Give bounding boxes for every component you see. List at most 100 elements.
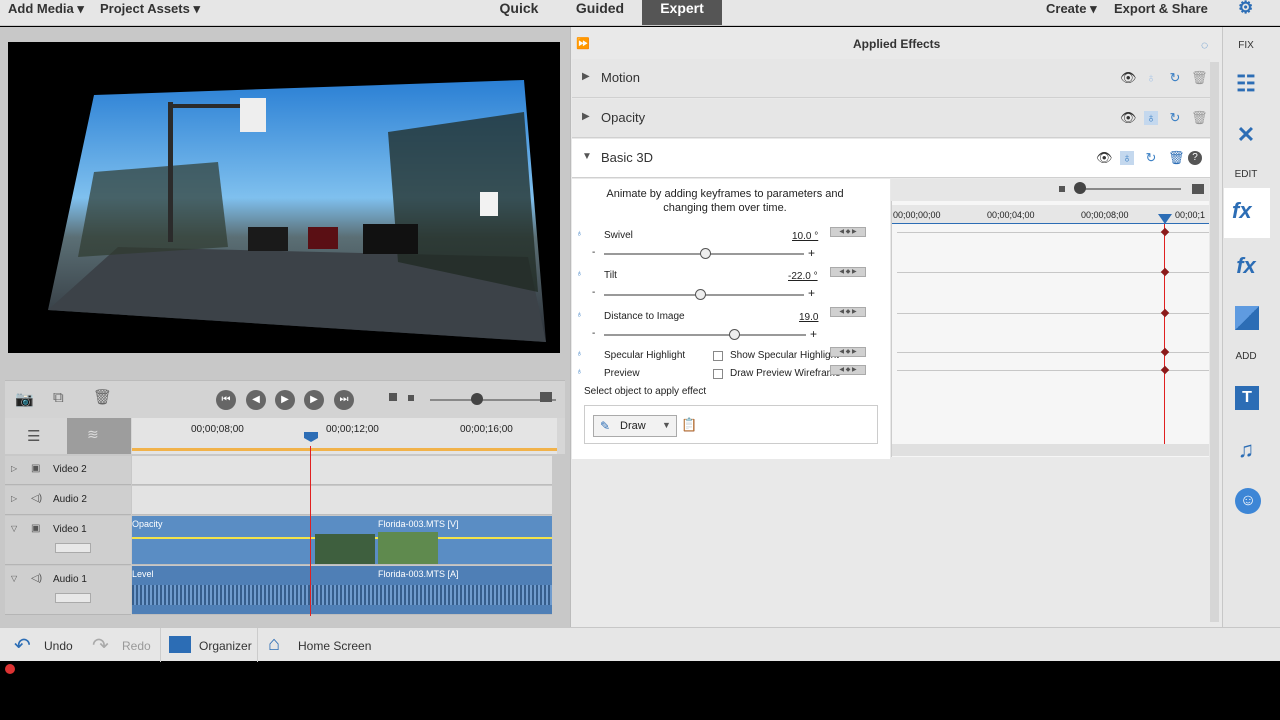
reset-icon[interactable]: ↻ (1168, 71, 1182, 85)
transitions-icon[interactable] (1235, 306, 1259, 330)
graphics-smiley-icon[interactable]: ☺ (1235, 488, 1261, 514)
expand-triangle-icon[interactable]: ▶ (582, 71, 590, 82)
delete-icon[interactable]: 🗑 (1191, 111, 1208, 125)
track-header-video2[interactable]: ▷ ▣ Video 2 (5, 456, 131, 485)
tab-expert[interactable]: Expert (642, 0, 722, 25)
collapse-triangle-icon[interactable]: ▽ (11, 574, 17, 583)
track-header-audio2[interactable]: ▷ ◁) Audio 2 (5, 486, 131, 515)
export-share-menu[interactable]: Export & Share (1114, 1, 1208, 16)
play-button[interactable]: ▶ (275, 390, 295, 410)
tilt-slider-knob[interactable] (695, 289, 706, 300)
track-lane-video1[interactable]: Opacity Florida-003.MTS [V] (132, 516, 552, 565)
keyframe-toggle-icon[interactable]: ♁ (1144, 111, 1158, 125)
expand-triangle-icon[interactable]: ▶ (582, 111, 590, 122)
keyframe-toggle-icon[interactable]: ♁ (576, 366, 583, 376)
dropdown-arrow-icon[interactable]: ▼ (662, 420, 671, 430)
distance-slider-knob[interactable] (729, 329, 740, 340)
keyframe-nav[interactable] (55, 543, 91, 553)
go-to-start-button[interactable]: ⏮ (216, 390, 236, 410)
effect-row-basic3d[interactable]: ▼ Basic 3D 👁 ♁ ↻ 🗑 ? (572, 139, 1210, 178)
distance-slider[interactable] (604, 334, 806, 336)
home-screen-button[interactable]: ⌂ Home Screen (257, 628, 377, 662)
keyframe-zoom-slider[interactable] (1077, 188, 1181, 190)
track-options-icon[interactable]: ☰ (27, 427, 40, 445)
go-to-end-button[interactable]: ⏭ (334, 390, 354, 410)
reset-icon[interactable]: ↻ (1168, 111, 1182, 125)
tilt-value[interactable]: -22.0 ° (788, 271, 818, 282)
zoom-in-icon[interactable] (540, 392, 552, 402)
collapse-triangle-icon[interactable]: ▼ (582, 151, 592, 162)
effect-row-opacity[interactable]: ▶ Opacity 👁 ♁ ↻ 🗑 (572, 99, 1210, 138)
expand-triangle-icon[interactable]: ▷ (11, 494, 17, 503)
add-media-menu[interactable]: Add Media ▾ (8, 1, 84, 17)
collapse-triangle-icon[interactable]: ▽ (11, 524, 17, 533)
decrease-icon[interactable]: - (592, 287, 595, 298)
panel-keyframe-icon[interactable]: ◌ (1201, 38, 1208, 52)
expand-triangle-icon[interactable]: ▷ (11, 464, 17, 473)
audio-waveform-toggle[interactable] (67, 418, 131, 454)
adjust-sliders-icon[interactable]: ☷ (1232, 70, 1260, 98)
keyframe-zoom-knob[interactable] (1074, 182, 1086, 194)
keyframe-nav[interactable]: ◀ ◆ ▶ (830, 347, 866, 357)
trash-icon[interactable]: 🗑 (93, 388, 112, 406)
keyframe-hscrollbar[interactable] (892, 444, 1209, 456)
titles-text-icon[interactable]: T (1235, 386, 1259, 410)
panel-vscrollbar[interactable] (1210, 62, 1219, 622)
zoom-in-icon[interactable] (1192, 184, 1204, 194)
zoom-small-icon[interactable] (408, 395, 414, 401)
increase-icon[interactable]: + (810, 327, 817, 341)
visibility-eye-icon[interactable]: 👁 (1096, 151, 1113, 165)
tools-icon[interactable]: ✕ (1232, 121, 1260, 149)
keyframe-toggle-icon[interactable]: ♁ (576, 228, 583, 238)
delete-icon[interactable]: 🗑 (1191, 71, 1208, 85)
keyframe-toggle-icon[interactable]: ♁ (1120, 151, 1134, 165)
decrease-icon[interactable]: - (592, 247, 595, 258)
camera-icon[interactable]: 📷 (15, 390, 34, 408)
effects-fx-icon[interactable]: fx (1232, 252, 1260, 280)
keyframe-nav[interactable]: ◀ ◆ ▶ (830, 307, 866, 317)
specular-checkbox[interactable] (713, 351, 723, 361)
music-note-icon[interactable]: ♫ (1232, 436, 1260, 464)
clipboard-icon[interactable]: 📋 (681, 417, 697, 433)
distance-value[interactable]: 19.0 (799, 312, 818, 323)
track-header-video1[interactable]: ▽ ▣ Video 1 (5, 516, 131, 565)
zoom-out-icon[interactable] (1059, 186, 1065, 192)
reset-icon[interactable]: ↻ (1144, 151, 1158, 165)
swivel-slider-knob[interactable] (700, 248, 711, 259)
zoom-out-icon[interactable] (389, 393, 397, 401)
step-back-button[interactable]: ◀ (246, 390, 266, 410)
applied-effects-button[interactable]: fx (1224, 188, 1270, 238)
keyframe-nav[interactable] (55, 593, 91, 603)
timeline-zoom-slider[interactable] (430, 399, 556, 401)
work-area-bar[interactable] (132, 448, 557, 451)
draw-button[interactable]: ✎ Draw ▼ (593, 415, 677, 437)
time-ruler[interactable]: 00;00;08;00 00;00;12;00 00;00;16;00 (132, 418, 557, 454)
track-header-audio1[interactable]: ▽ ◁) Audio 1 (5, 566, 131, 615)
tab-quick[interactable]: Quick (490, 0, 548, 25)
track-lane-video2[interactable] (132, 456, 552, 485)
create-menu[interactable]: Create ▾ (1046, 1, 1097, 17)
settings-gear-icon[interactable]: ⚙ (1238, 0, 1253, 18)
redo-button[interactable]: ↷ Redo (88, 628, 158, 662)
keyframe-toggle-icon[interactable]: ♁ (576, 348, 583, 358)
keyframe-nav[interactable]: ◀ ◆ ▶ (830, 227, 866, 237)
delete-icon[interactable]: 🗑 (1168, 151, 1185, 165)
keyframe-toggle-icon[interactable]: ♁ (1144, 71, 1158, 85)
keyframe-nav[interactable]: ◀ ◆ ▶ (830, 267, 866, 277)
track-lane-audio2[interactable] (132, 486, 552, 515)
visibility-eye-icon[interactable]: 👁 (1120, 71, 1137, 85)
visibility-eye-icon[interactable]: 👁 (1120, 111, 1137, 125)
keyframe-toggle-icon[interactable]: ♁ (576, 309, 583, 319)
step-forward-button[interactable]: ▶ (304, 390, 324, 410)
playhead-handle[interactable] (304, 432, 318, 442)
collapse-panel-icon[interactable]: ⏩ (576, 37, 590, 50)
project-assets-menu[interactable]: Project Assets ▾ (100, 1, 200, 17)
tab-guided[interactable]: Guided (565, 0, 635, 25)
help-icon[interactable]: ? (1188, 151, 1202, 165)
increase-icon[interactable]: + (808, 286, 815, 300)
swivel-value[interactable]: 10.0 ° (792, 231, 818, 242)
organizer-button[interactable]: Organizer (160, 628, 256, 662)
keyframe-toggle-icon[interactable]: ♁ (576, 268, 583, 278)
wireframe-checkbox[interactable] (713, 369, 723, 379)
increase-icon[interactable]: + (808, 246, 815, 260)
